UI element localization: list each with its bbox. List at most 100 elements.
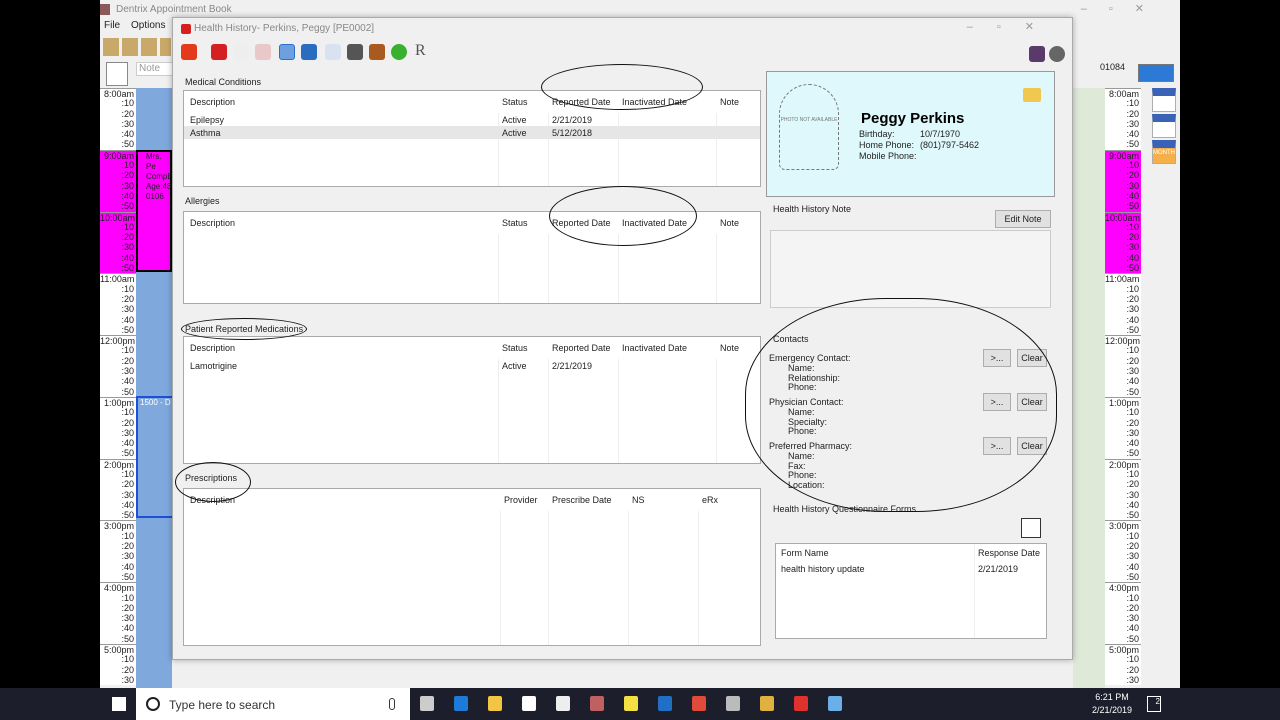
rx-icon[interactable]: R	[415, 42, 426, 60]
column-header[interactable]: eRx	[702, 495, 718, 505]
column-header[interactable]: Provider	[504, 495, 538, 505]
sticky-notes-icon[interactable]	[624, 696, 638, 711]
time-slot-label: 10:00am	[1105, 211, 1141, 223]
note-field[interactable]: Note	[136, 62, 176, 76]
week-view-button[interactable]: WEEK	[1152, 114, 1176, 138]
patient-icon[interactable]	[301, 44, 317, 60]
family-folder-icon[interactable]	[1023, 88, 1041, 102]
time-slot-label: :50	[121, 139, 134, 150]
search-placeholder: Type here to search	[169, 698, 276, 712]
app-icon[interactable]	[590, 696, 604, 711]
folder-icon[interactable]	[760, 696, 774, 711]
column-header[interactable]: Status	[502, 97, 528, 107]
refresh-icon[interactable]	[391, 44, 407, 60]
column-header[interactable]: Description	[190, 97, 235, 107]
appointment-block-2[interactable]: 1500 - D	[136, 396, 172, 518]
windows-start-icon[interactable]	[112, 697, 126, 711]
day-view-button[interactable]: DAY	[1152, 88, 1176, 112]
table-cell: Active	[502, 128, 527, 138]
table-row[interactable]: Lamotrigine Active 2/21/2019	[184, 359, 760, 372]
document-icon[interactable]	[325, 44, 341, 60]
store-icon[interactable]	[522, 696, 536, 711]
chrome-icon[interactable]	[692, 696, 706, 711]
search-box[interactable]: Type here to search	[136, 688, 410, 720]
column-header[interactable]: Form Name	[781, 548, 829, 558]
toolbar-icons[interactable]	[103, 38, 171, 56]
column-header[interactable]: Description	[190, 218, 235, 228]
cabinet-icon[interactable]	[369, 44, 385, 60]
blank-cross-icon[interactable]	[233, 44, 249, 60]
response-date-cell[interactable]: 2/21/2019	[978, 564, 1018, 574]
column-divider	[500, 511, 501, 645]
column-header[interactable]: Note	[720, 97, 739, 107]
time-slot-label: :40	[121, 438, 134, 449]
column-header[interactable]: Reported Date	[552, 343, 611, 353]
table-row[interactable]: Asthma Active 5/12/2018	[184, 126, 760, 139]
clock[interactable]: 6:21 PM 2/21/2019	[1092, 691, 1132, 717]
annotation-circle-prescriptions	[175, 462, 251, 502]
notifications-icon[interactable]: 2	[1147, 696, 1161, 712]
edge-icon[interactable]	[454, 696, 468, 711]
form-name-cell[interactable]: health history update	[781, 564, 865, 574]
health-history-note-field[interactable]	[770, 230, 1051, 308]
print-icon[interactable]	[347, 44, 363, 60]
time-slot-label: :50	[121, 571, 134, 582]
photo-placeholder[interactable]: PHOTO NOT AVAILABLE	[779, 84, 839, 170]
column-header[interactable]: Prescribe Date	[552, 495, 612, 505]
patient-values: 10/7/1970 (801)797-5462	[920, 129, 979, 151]
tools-icon[interactable]	[1029, 46, 1045, 62]
month-view-button[interactable]: MONTH	[1152, 140, 1176, 164]
window-controls[interactable]: –▫✕	[1081, 2, 1166, 15]
column-header[interactable]: Status	[502, 343, 528, 353]
menu-file[interactable]: File	[104, 20, 120, 31]
notepad-icon[interactable]	[726, 696, 740, 711]
navigation-arrows[interactable]	[1138, 64, 1174, 82]
task-view-icon[interactable]	[420, 696, 434, 711]
edit-condition-icon[interactable]	[211, 44, 227, 60]
dentrix-icon[interactable]	[794, 696, 808, 711]
column-header[interactable]: Note	[720, 218, 739, 228]
column-header[interactable]: Inactivated Date	[622, 343, 687, 353]
dialog-window-controls[interactable]: –▫✕	[967, 20, 1058, 33]
column-divider	[498, 359, 499, 463]
table-row[interactable]: Epilepsy Active 2/21/2019	[184, 113, 760, 126]
network-icon[interactable]	[828, 696, 842, 711]
time-slot-label: :30	[1126, 489, 1139, 500]
app-logo-icon	[100, 4, 110, 15]
column-header[interactable]: Description	[190, 343, 235, 353]
column-header[interactable]: Response Date	[978, 548, 1040, 558]
time-slot-label: :30	[1105, 242, 1141, 253]
prescriptions-table[interactable]: Description Provider Prescribe Date NS eRx	[183, 488, 761, 646]
time-slot-label: :30	[1126, 427, 1139, 438]
microphone-icon[interactable]	[389, 698, 395, 710]
appointment-block[interactable]: Mrs. Pe CompE Age:48 0106	[136, 150, 173, 272]
settings-gear-icon[interactable]	[1049, 46, 1065, 62]
time-slot-label: 9:00am	[100, 149, 136, 161]
time-slot-label: 12:00pm	[1105, 335, 1141, 347]
time-slot-label: :20	[1105, 170, 1141, 181]
add-condition-icon[interactable]	[181, 44, 197, 60]
file-explorer-icon[interactable]	[488, 696, 502, 711]
time-slot-label: :50	[1126, 324, 1139, 335]
time-slot-label: :40	[1126, 376, 1139, 387]
time-slot-label: :40	[1126, 623, 1139, 634]
month-calendar-icon[interactable]	[106, 62, 128, 86]
column-header[interactable]: NS	[632, 495, 645, 505]
view-icon[interactable]	[279, 44, 295, 60]
outlook-icon[interactable]	[658, 696, 672, 711]
mail-icon[interactable]	[556, 696, 570, 711]
questionnaire-forms-table[interactable]: Form Name Response Date health history u…	[775, 543, 1047, 639]
time-slot-label: :10	[121, 283, 134, 294]
edit-note-button[interactable]: Edit Note	[995, 210, 1051, 228]
time-slot-label: :50	[1105, 263, 1141, 274]
time-slot-label: :30	[100, 242, 136, 253]
time-slot-label: :50	[121, 510, 134, 521]
schedule-column-right[interactable]	[1073, 88, 1105, 688]
menu-options[interactable]: Options	[131, 20, 165, 31]
medications-table[interactable]: Description Status Reported Date Inactivate…	[183, 336, 761, 464]
delete-icon[interactable]	[255, 44, 271, 60]
time-slot-label: :30	[121, 489, 134, 500]
forms-list-icon[interactable]	[1021, 518, 1041, 538]
column-header[interactable]: Note	[720, 343, 739, 353]
column-header[interactable]: Status	[502, 218, 528, 228]
